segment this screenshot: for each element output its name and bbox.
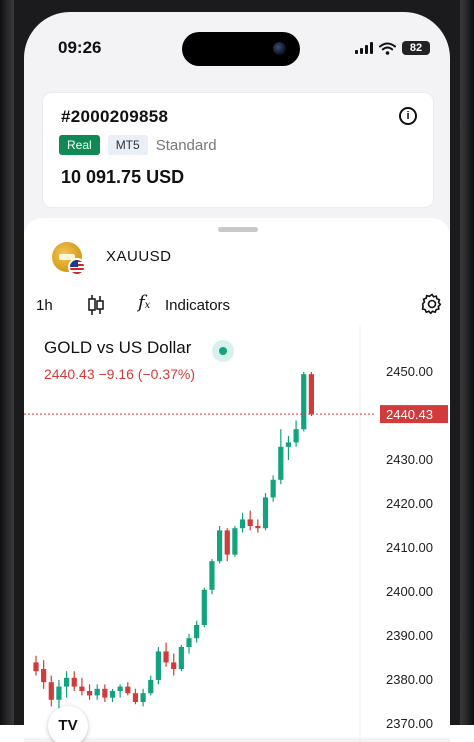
platform-badge: MT5 (107, 135, 148, 155)
candle-body (79, 686, 85, 691)
candle-body (140, 693, 146, 702)
candle-body (41, 669, 47, 683)
sheet-drag-handle[interactable] (218, 227, 258, 232)
candle-body (86, 691, 93, 696)
candle-body (33, 662, 39, 672)
y-tick-label: 2450.00 (386, 364, 433, 379)
account-number: #2000209858 (61, 107, 169, 126)
candle-body (278, 446, 284, 480)
status-time: 09:26 (58, 38, 102, 57)
camera-icon (273, 42, 286, 55)
dynamic-island (182, 32, 300, 66)
phone-bezel-left (0, 0, 14, 725)
candle-body (293, 429, 299, 443)
market-status-icon (212, 340, 234, 362)
candle-body (125, 686, 131, 694)
candlestick-icon[interactable] (86, 294, 106, 316)
phone-frame: 09:26 82 #2000209858 i Real MT5 Standard… (0, 0, 474, 742)
us-flag-icon (68, 258, 86, 276)
candle-body (71, 677, 77, 687)
timeframe-button[interactable]: 1h (36, 297, 53, 314)
candle-body (308, 374, 314, 415)
candle-body (247, 519, 253, 526)
candle-body (262, 497, 269, 529)
candle-body (301, 374, 307, 430)
candle-body (201, 589, 207, 625)
candle-body (232, 528, 238, 555)
tradingview-logo[interactable]: TV (48, 706, 88, 742)
candle-body (255, 526, 261, 529)
y-tick-label: 2430.00 (386, 452, 433, 467)
chart-canvas[interactable]: 2450.002440.002430.002420.002410.002400.… (24, 326, 450, 742)
y-tick-label: 2410.00 (386, 540, 433, 555)
candle-body (285, 442, 292, 447)
account-tags: Real MT5 Standard (59, 135, 217, 155)
candle-body (270, 479, 276, 498)
candle-body (217, 530, 223, 562)
chart-toolbar: 1h fx Indicators (24, 288, 450, 324)
candle-body (94, 688, 100, 696)
y-tick-label: 2380.00 (386, 672, 433, 687)
battery-indicator: 82 (402, 41, 430, 55)
phone-bezel-right (460, 0, 474, 725)
candle-body (148, 680, 154, 694)
price-chart[interactable]: 2450.002440.002430.002420.002410.002400.… (24, 326, 450, 742)
status-icons: 82 (355, 41, 430, 55)
candle-body (194, 625, 200, 639)
chart-quote: 2440.43 −9.16 (−0.37%) (44, 366, 196, 382)
y-tick-label: 2370.00 (386, 716, 433, 731)
candle-body (132, 693, 139, 702)
candle-body (64, 677, 70, 687)
gear-icon[interactable] (420, 292, 444, 316)
candle-body (186, 638, 192, 647)
candle-body (209, 561, 215, 590)
candle-body (56, 686, 62, 700)
chart-title: GOLD vs US Dollar (44, 338, 192, 357)
y-tick-label: 2390.00 (386, 628, 433, 643)
status-bar: 09:26 82 (24, 12, 450, 68)
y-tick-label: 2420.00 (386, 496, 433, 511)
candle-body (155, 651, 161, 680)
candle-body (224, 530, 230, 555)
candle-body (163, 651, 169, 663)
account-balance: 10 091.75 USD (61, 167, 185, 187)
symbol-name: XAUUSD (106, 248, 172, 265)
candle-body (171, 662, 177, 669)
account-tier-label: Standard (155, 136, 217, 154)
candle-body (102, 688, 108, 698)
chart-sheet: XAUUSD 1h fx Indicators 2450.002440. (24, 218, 450, 742)
candle-body (178, 647, 184, 669)
account-type-badge: Real (59, 135, 100, 155)
app-screen: 09:26 82 #2000209858 i Real MT5 Standard… (24, 12, 450, 742)
candle-body (239, 519, 246, 529)
y-tick-label: 2400.00 (386, 584, 433, 599)
info-icon[interactable]: i (399, 107, 417, 125)
cellular-signal-icon (355, 42, 373, 54)
function-icon[interactable]: fx (138, 292, 150, 313)
last-price-label: 2440.43 (386, 407, 433, 422)
indicators-button[interactable]: Indicators (165, 297, 230, 314)
wifi-icon (379, 42, 396, 55)
candle-body (48, 682, 54, 700)
candle-body (117, 686, 123, 691)
candle-body (109, 691, 116, 698)
account-card[interactable]: #2000209858 i Real MT5 Standard 10 091.7… (42, 92, 434, 208)
